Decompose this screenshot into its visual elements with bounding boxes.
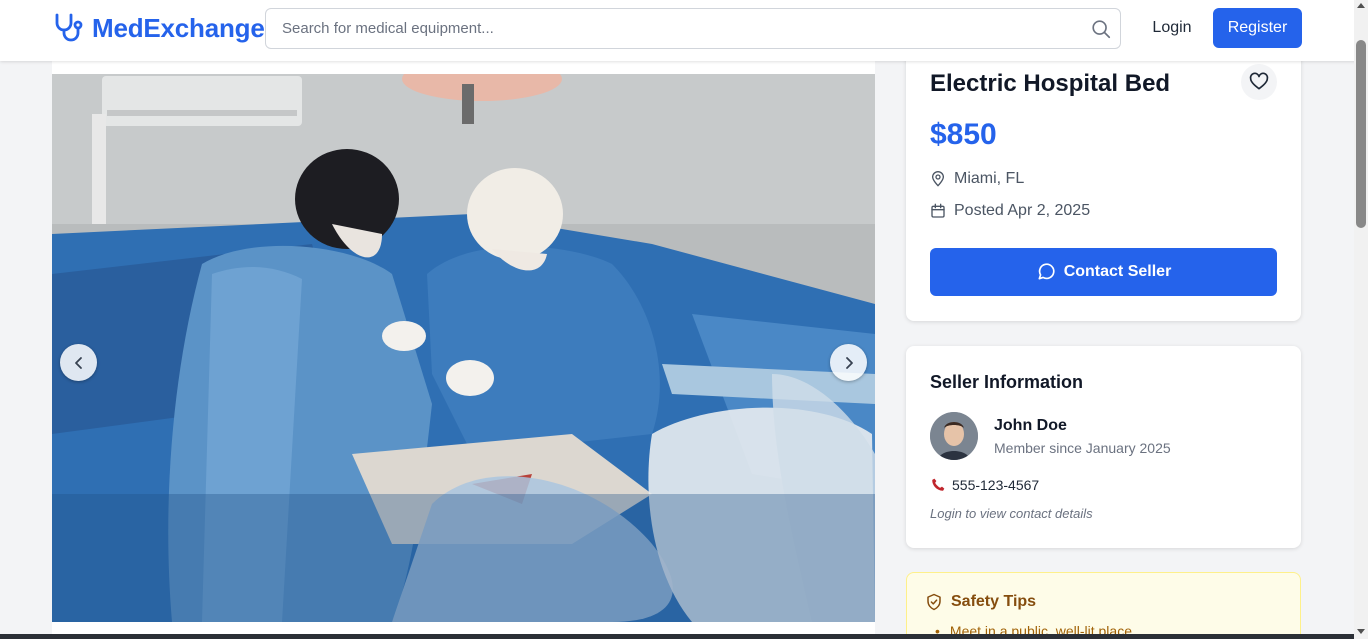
posted-date-text: Posted Apr 2, 2025: [954, 202, 1091, 219]
phone-icon: [932, 478, 945, 491]
stethoscope-icon: [55, 13, 83, 42]
location-row: Miami, FL: [930, 170, 1024, 188]
seller-name: John Doe: [994, 417, 1067, 434]
top-navbar: MedExchange Login Register: [0, 0, 1368, 61]
scrollbar-thumb[interactable]: [1356, 40, 1366, 228]
seller-phone: 555-123-4567: [952, 477, 1040, 493]
login-button[interactable]: Login: [1140, 8, 1204, 48]
search-icon[interactable]: [1090, 18, 1112, 40]
chevron-left-icon: [74, 356, 82, 369]
map-pin-icon: [931, 171, 945, 187]
search-bar: [265, 8, 1121, 49]
page-bottom-edge: [0, 634, 1354, 639]
shield-check-icon: [927, 593, 941, 611]
listing-price: $850: [930, 118, 997, 151]
posted-date-row: Posted Apr 2, 2025: [930, 202, 1090, 220]
image-gallery: [52, 61, 875, 639]
page-scrollbar[interactable]: [1354, 0, 1368, 639]
listing-details-card: Electric Hospital Bed $850 Miami, FL Pos…: [906, 40, 1301, 321]
search-input[interactable]: [266, 9, 1066, 48]
gallery-next-button[interactable]: [830, 344, 867, 381]
calendar-icon: [931, 203, 945, 218]
listing-title: Electric Hospital Bed: [930, 70, 1171, 97]
safety-tips-heading: Safety Tips: [925, 593, 1036, 611]
seller-member-since: Member since January 2025: [994, 440, 1171, 456]
location-text: Miami, FL: [954, 170, 1025, 187]
contact-seller-label: Contact Seller: [1063, 263, 1172, 280]
safety-tips-card: Safety Tips • Meet in a public, well-lit…: [906, 572, 1301, 639]
chevron-right-icon: [845, 356, 853, 369]
seller-info-card: Seller Information John Doe Member since…: [906, 346, 1301, 548]
seller-heading: Seller Information: [930, 372, 1084, 392]
listing-photo: [52, 74, 875, 622]
favorite-button[interactable]: [1241, 64, 1277, 100]
message-circle-icon: [1038, 263, 1055, 280]
scroll-up-arrow-icon[interactable]: [1357, 3, 1365, 8]
gallery-prev-button[interactable]: [60, 344, 97, 381]
seller-phone-row: 555-123-4567: [930, 477, 1039, 493]
register-button[interactable]: Register: [1213, 8, 1302, 48]
contact-seller-button[interactable]: Contact Seller: [930, 248, 1277, 296]
brand-logo-link[interactable]: MedExchange: [52, 12, 265, 44]
safety-tips-title: Safety Tips: [951, 593, 1037, 610]
login-to-view-note: Login to view contact details: [930, 506, 1093, 521]
seller-avatar: [930, 412, 978, 460]
scroll-down-arrow-icon[interactable]: [1357, 629, 1365, 634]
heart-icon: [1249, 72, 1269, 90]
brand-name: MedExchange: [92, 12, 265, 43]
